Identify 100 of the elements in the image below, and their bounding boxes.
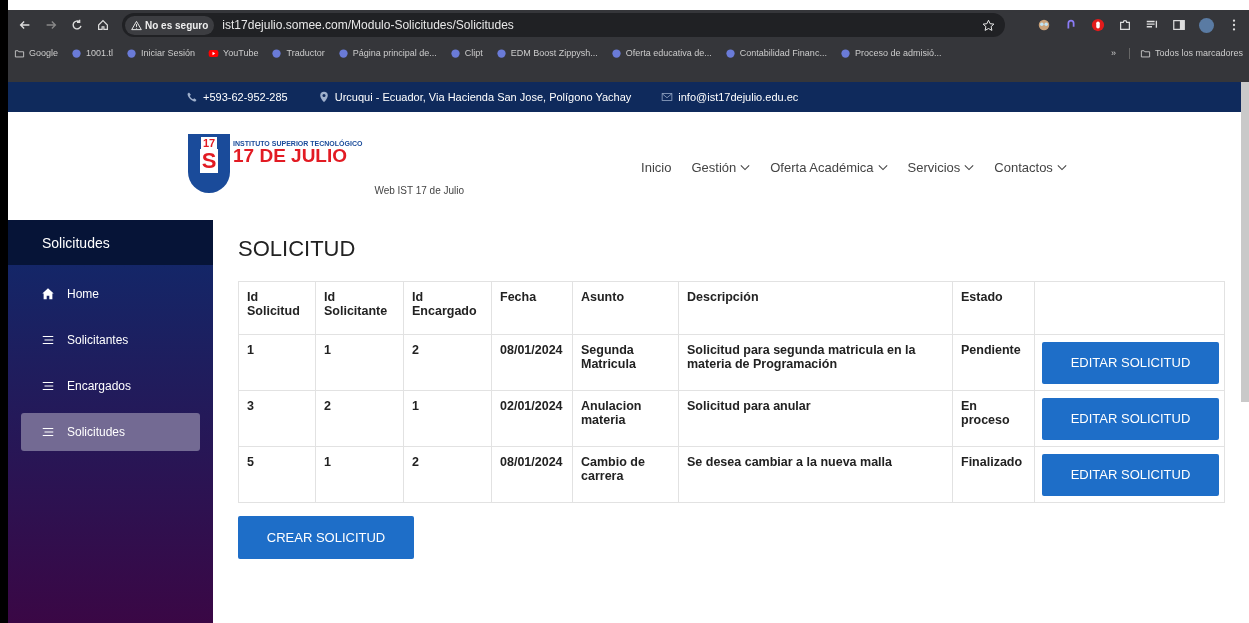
address-bar[interactable]: No es seguro ist17dejulio.somee.com/Modulo-Solicitudes/Solicitudes [122, 13, 1005, 37]
house-icon [41, 287, 55, 301]
site-icon [495, 47, 507, 59]
side-panel-icon[interactable] [1172, 18, 1186, 32]
site-icon [337, 47, 349, 59]
table-cell: 2 [403, 446, 492, 503]
all-bookmarks[interactable]: Todos los marcadores [1128, 47, 1243, 59]
chevron-down-icon [877, 164, 888, 171]
create-button[interactable]: CREAR SOLICITUD [238, 516, 414, 559]
sidebar-title: Solicitudes [8, 220, 213, 265]
sidebar-item[interactable]: Solicitudes [21, 413, 200, 451]
nav-link[interactable]: Contactos [994, 160, 1067, 175]
url-text: ist17dejulio.somee.com/Modulo-Solicitudes/Solicitudes [222, 18, 515, 32]
column-header: Id Solicitante [315, 281, 404, 335]
puzzle-icon[interactable] [1118, 18, 1132, 32]
column-header: Fecha [491, 281, 573, 335]
folder-icon [14, 47, 25, 59]
lines-icon [41, 333, 55, 347]
bookmark[interactable]: Traductor [271, 47, 325, 59]
table-cell: Solicitud para segunda matricula en la materia de Programación [678, 334, 953, 391]
site-icon [271, 47, 283, 59]
table-cell: Cambio de carrera [572, 446, 679, 503]
table-cell: Se desea cambiar a la nueva malla [678, 446, 953, 503]
bookmark[interactable]: Oferta educativa de... [610, 47, 712, 59]
table-cell: Solicitud para anular [678, 390, 953, 447]
bookmark[interactable]: Clipt [449, 47, 483, 59]
sidebar-item[interactable]: Encargados [21, 367, 200, 405]
profile-avatar[interactable] [1199, 17, 1214, 33]
table-cell: 08/01/2024 [491, 334, 573, 391]
forward-icon[interactable] [44, 18, 58, 32]
nav-link[interactable]: Servicios [907, 160, 975, 175]
site-icon [126, 47, 138, 59]
sidebar-item[interactable]: Home [21, 275, 200, 313]
site-icon [71, 47, 83, 59]
extension-icon[interactable] [1091, 18, 1105, 32]
email-text: info@ist17dejulio.edu.ec [661, 91, 799, 103]
table-cell: 1 [315, 446, 404, 503]
address-text: Urcuqui - Ecuador, Via Hacienda San Jose, Polígono Yachay [317, 91, 632, 103]
back-icon[interactable] [18, 18, 32, 32]
security-badge[interactable]: No es seguro [125, 15, 215, 35]
chevron-down-icon [740, 164, 751, 171]
site-icon [610, 47, 622, 59]
table-cell: Anulacion materia [572, 390, 679, 447]
bookmark[interactable]: YouTube [208, 47, 259, 59]
column-header: Asunto [572, 281, 679, 335]
edit-button[interactable]: EDITAR SOLICITUD [1042, 453, 1219, 496]
bookmark[interactable]: Contabilidad Financ... [724, 47, 827, 59]
extension-icon[interactable] [1037, 18, 1051, 32]
phone-icon [186, 91, 198, 103]
warning-icon [131, 19, 142, 31]
chevron-down-icon [964, 164, 975, 171]
site-icon [839, 47, 851, 59]
table-cell: 5 [238, 446, 316, 503]
page-title: SOLICITUD [238, 236, 357, 262]
phone-text: +593-62-952-285 [186, 91, 288, 103]
folder-icon [1139, 47, 1151, 59]
site-tagline: Web IST 17 de Julio [374, 185, 465, 196]
table-cell: 02/01/2024 [491, 390, 573, 447]
table-cell: 2 [403, 334, 492, 391]
logo-number: 17 [200, 137, 218, 149]
bookmark[interactable]: Google [14, 47, 59, 59]
table-cell: 1 [315, 334, 404, 391]
table-cell: Finalizado [952, 446, 1035, 503]
reload-icon[interactable] [70, 18, 84, 32]
table-cell: Pendiente [952, 334, 1035, 391]
sidebar-item[interactable]: Solicitantes [21, 321, 200, 359]
lines-icon [41, 379, 55, 393]
security-label: No es seguro [145, 19, 209, 31]
table-cell: 1 [403, 390, 492, 447]
scrollbar[interactable] [1241, 82, 1249, 402]
location-pin-icon [317, 91, 330, 103]
bookmark[interactable]: EDM Boost Zippysh... [495, 47, 598, 59]
envelope-icon [661, 91, 674, 103]
nav-link[interactable]: Inicio [641, 160, 672, 175]
star-icon[interactable] [982, 18, 995, 32]
table-cell: En proceso [952, 390, 1035, 447]
logo-name: 17 DE JULIO [233, 147, 348, 164]
home-icon[interactable] [96, 18, 110, 32]
site-icon [449, 47, 461, 59]
chevron-down-icon [1056, 164, 1067, 171]
table-cell: Segunda Matricula [572, 334, 679, 391]
table-cell: 1 [238, 334, 316, 391]
more-bookmarks[interactable]: » [1110, 48, 1116, 58]
column-header: Id Solicitud [238, 281, 316, 335]
bookmark[interactable]: Proceso de admisió... [839, 47, 942, 59]
site-icon [724, 47, 736, 59]
column-header: Id Encargado [403, 281, 492, 335]
play-icon [208, 47, 220, 59]
bookmark[interactable]: 1001.tl [71, 47, 114, 59]
nav-link[interactable]: Gestión [691, 160, 751, 175]
nav-link[interactable]: Oferta Académica [770, 160, 888, 175]
column-header: Estado [952, 281, 1035, 335]
bookmark[interactable]: Iniciar Sesión [126, 47, 196, 59]
table-cell: 08/01/2024 [491, 446, 573, 503]
bookmark[interactable]: Página principal de... [337, 47, 437, 59]
table-cell: 2 [315, 390, 404, 447]
logo-letter: S [199, 149, 219, 173]
edit-button[interactable]: EDITAR SOLICITUD [1042, 397, 1219, 440]
edit-button[interactable]: EDITAR SOLICITUD [1042, 341, 1219, 384]
table-cell: 3 [238, 390, 316, 447]
